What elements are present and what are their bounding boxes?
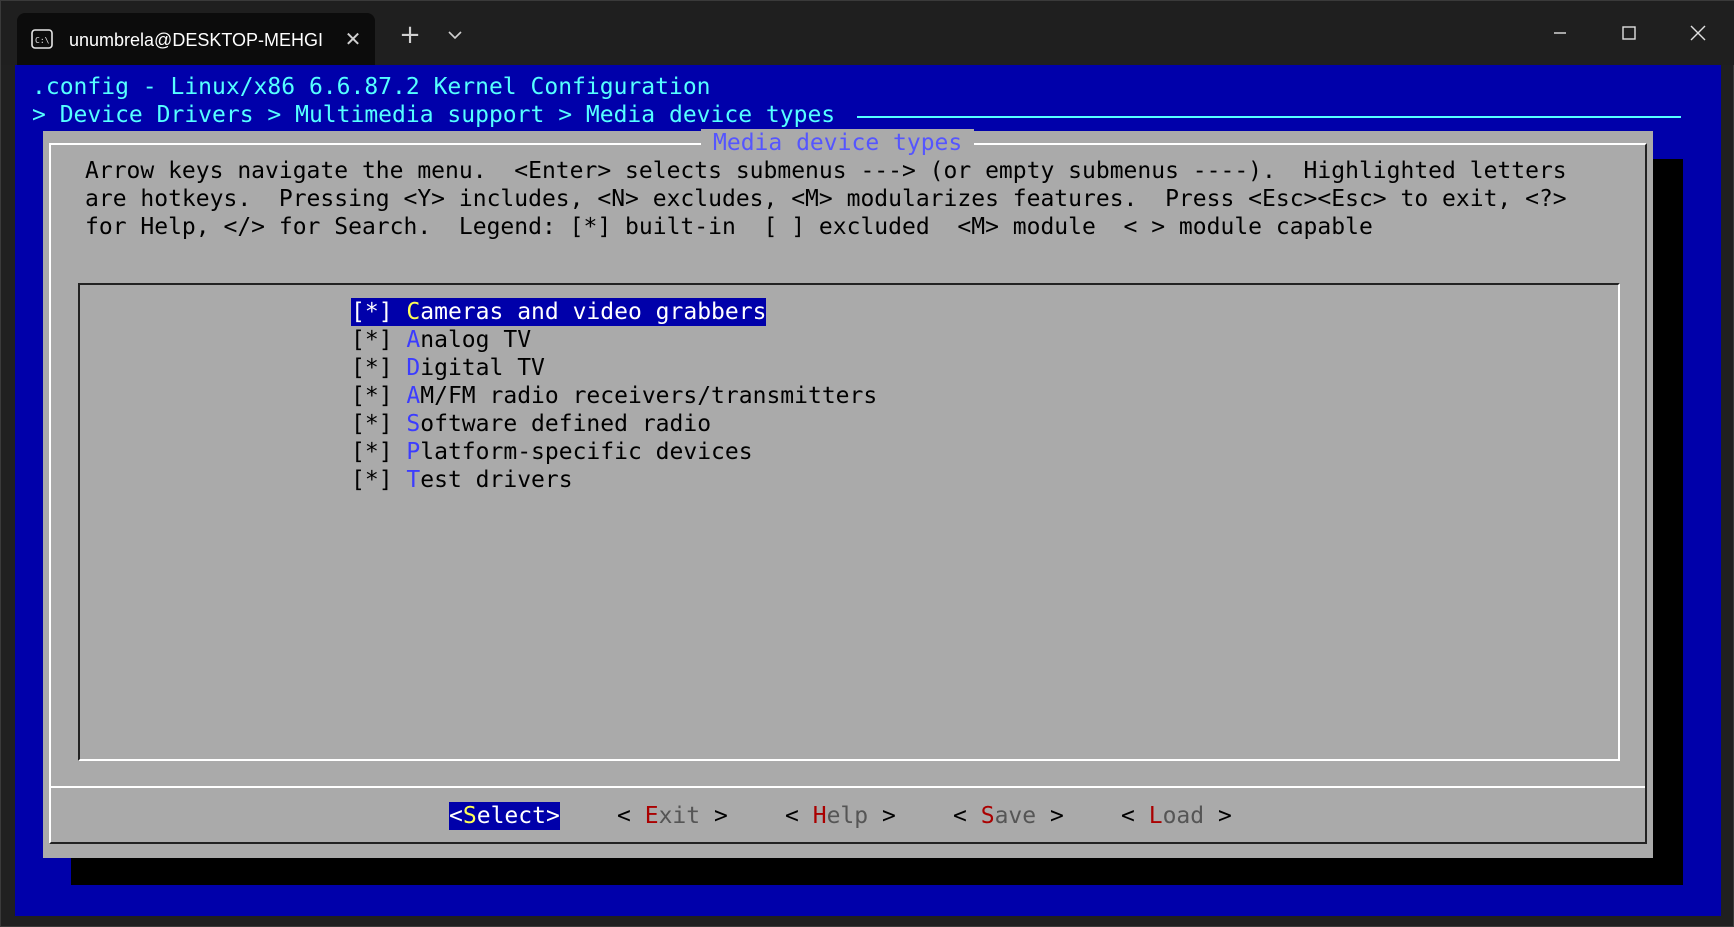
title-bar: C:\ unumbrela@DESKTOP-MEHGI ✕ + [1, 1, 1734, 65]
save-button[interactable]: < Save > [953, 802, 1064, 830]
menu-item-label: latform-specific devices [420, 439, 753, 465]
close-icon [1690, 25, 1706, 41]
menu-item-sdr[interactable]: [*] Software defined radio [351, 410, 711, 438]
close-window-button[interactable] [1680, 15, 1716, 51]
select-button[interactable]: <Select> [449, 802, 560, 830]
menu-item-label: nalog TV [420, 327, 532, 353]
button-hotkey: S [980, 803, 995, 829]
help-button[interactable]: < Help > [785, 802, 896, 830]
config-title: .config - Linux/x86 6.6.87.2 Kernel Conf… [32, 74, 711, 100]
svg-text:C:\: C:\ [35, 36, 50, 45]
menu-item-test-drivers[interactable]: [*] Test drivers [351, 466, 573, 494]
menu-item-digital-tv[interactable]: [*] Digital TV [351, 354, 545, 382]
terminal-icon: C:\ [31, 28, 53, 50]
terminal-tab[interactable]: C:\ unumbrela@DESKTOP-MEHGI ✕ [17, 13, 375, 65]
help-text: Arrow keys navigate the menu. <Enter> se… [85, 157, 1567, 241]
help-line: are hotkeys. Pressing <Y> includes, <N> … [85, 186, 1567, 212]
button-bracket: < [449, 803, 463, 829]
help-line: for Help, </> for Search. Legend: [*] bu… [85, 214, 1373, 240]
button-separator [51, 786, 1645, 788]
menu-item-hotkey: A [406, 327, 421, 353]
load-button[interactable]: < Load > [1121, 802, 1232, 830]
dialog-title: Media device types [701, 129, 975, 157]
menu-item-hotkey: C [406, 299, 421, 325]
maximize-button[interactable] [1611, 15, 1647, 51]
button-bracket: < [1121, 803, 1149, 829]
new-tab-button[interactable]: + [396, 21, 424, 49]
maximize-icon [1622, 26, 1636, 40]
menu-item-state: [*] [351, 299, 393, 325]
button-hotkey: S [462, 803, 477, 829]
menu-item-state: [*] [351, 467, 393, 493]
button-bracket: > [545, 803, 560, 829]
menu-item-analog-tv[interactable]: [*] Analog TV [351, 326, 531, 354]
button-bracket: > [1204, 803, 1232, 829]
menu-item-hotkey: D [406, 355, 421, 381]
button-bracket: > [868, 803, 896, 829]
button-hotkey: L [1148, 803, 1163, 829]
button-bracket: > [700, 803, 728, 829]
menu-item-hotkey: S [406, 411, 421, 437]
button-label: ave [994, 803, 1037, 829]
terminal-window: C:\ unumbrela@DESKTOP-MEHGI ✕ + .config … [0, 0, 1734, 927]
menu-box [78, 283, 1620, 761]
exit-button[interactable]: < Exit > [617, 802, 728, 830]
button-hotkey: H [812, 803, 827, 829]
button-label: xit [658, 803, 701, 829]
menu-item-cameras[interactable]: [*] Cameras and video grabbers [351, 298, 767, 326]
menu-item-hotkey: P [406, 439, 421, 465]
button-bracket: > [1036, 803, 1064, 829]
menu-item-state: [*] [351, 439, 393, 465]
menu-item-label: M/FM radio receivers/transmitters [420, 383, 878, 409]
button-bracket: < [785, 803, 813, 829]
minimize-button[interactable] [1542, 15, 1578, 51]
menu-item-label: oftware defined radio [420, 411, 712, 437]
tab-dropdown-button[interactable] [441, 21, 469, 49]
button-label: elect [476, 803, 546, 829]
menu-item-label: igital TV [420, 355, 545, 381]
menu-item-state: [*] [351, 327, 393, 353]
menu-item-state: [*] [351, 355, 393, 381]
breadcrumb: > Device Drivers > Multimedia support > … [32, 102, 836, 128]
button-label: oad [1162, 803, 1205, 829]
menu-item-state: [*] [351, 411, 393, 437]
menu-item-state: [*] [351, 383, 393, 409]
menu-item-label: ameras and video grabbers [420, 299, 767, 325]
minimize-icon [1554, 32, 1566, 34]
close-tab-icon[interactable]: ✕ [341, 27, 365, 51]
tab-title: unumbrela@DESKTOP-MEHGI [69, 30, 324, 50]
help-line: Arrow keys navigate the menu. <Enter> se… [85, 158, 1567, 184]
menu-item-am-fm-radio[interactable]: [*] AM/FM radio receivers/transmitters [351, 382, 877, 410]
chevron-down-icon [448, 31, 462, 40]
breadcrumb-rule [857, 116, 1681, 118]
button-label: elp [826, 803, 869, 829]
button-bracket: < [953, 803, 981, 829]
menu-item-hotkey: A [406, 383, 421, 409]
button-bracket: < [617, 803, 645, 829]
menu-item-label: est drivers [420, 467, 573, 493]
menu-item-hotkey: T [406, 467, 421, 493]
menu-item-platform-devices[interactable]: [*] Platform-specific devices [351, 438, 753, 466]
button-hotkey: E [644, 803, 659, 829]
